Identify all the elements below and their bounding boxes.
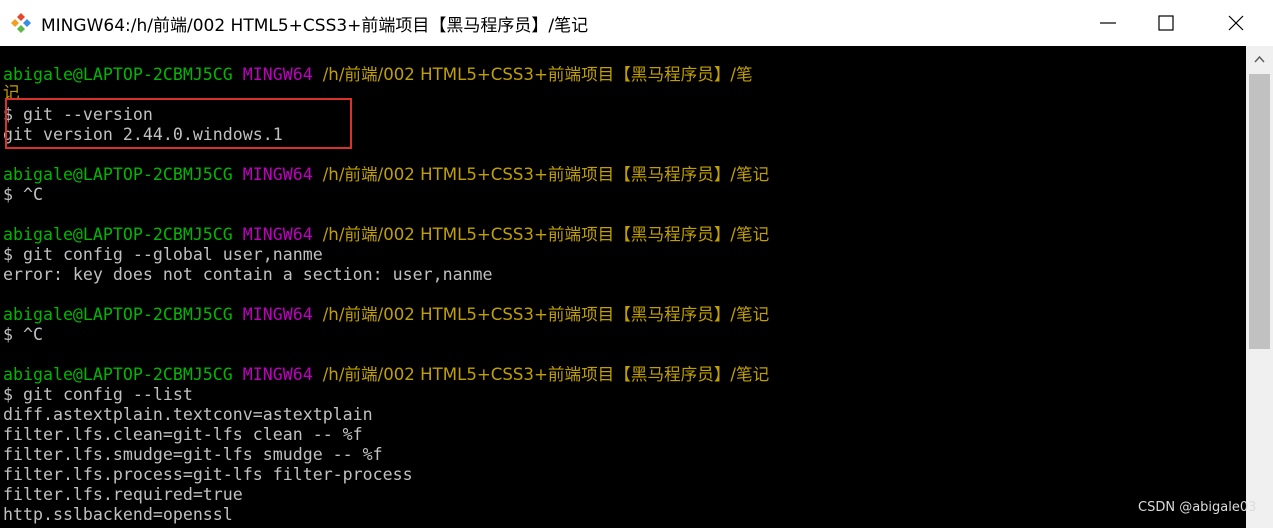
prompt-env: MINGW64 <box>242 225 313 244</box>
title-bar[interactable]: MINGW64:/h/前端/002 HTML5+CSS3+前端项目【黑马程序员】… <box>0 0 1273 46</box>
output-line: filter.lfs.smudge=git-lfs smudge -- %f <box>3 445 383 464</box>
prompt-line: abigale@LAPTOP-2CBMJ5CG MINGW64 /h/前端/00… <box>3 65 753 85</box>
minimize-icon <box>1100 22 1116 24</box>
output-line: filter.lfs.clean=git-lfs clean -- %f <box>3 425 363 444</box>
prompt-env: MINGW64 <box>242 305 313 324</box>
prompt-path: /h/前端/002 HTML5+CSS3+前端项目【黑马程序员】/笔记 <box>322 225 770 244</box>
prompt-line: abigale@LAPTOP-2CBMJ5CG MINGW64 /h/前端/00… <box>3 165 769 185</box>
terminal-window: MINGW64:/h/前端/002 HTML5+CSS3+前端项目【黑马程序员】… <box>0 0 1273 528</box>
prompt-user: abigale@LAPTOP-2CBMJ5CG <box>3 65 233 84</box>
prompt-path: /h/前端/002 HTML5+CSS3+前端项目【黑马程序员】/笔记 <box>322 365 770 384</box>
command-line: $ ^C <box>3 325 43 344</box>
window-title: MINGW64:/h/前端/002 HTML5+CSS3+前端项目【黑马程序员】… <box>41 16 589 36</box>
prompt-env: MINGW64 <box>242 65 313 84</box>
prompt-env: MINGW64 <box>242 365 313 384</box>
watermark: CSDN @abigale03 <box>1138 500 1257 515</box>
scrollbar-thumb[interactable] <box>1249 74 1270 349</box>
close-icon <box>1228 15 1244 31</box>
prompt-env: MINGW64 <box>242 165 313 184</box>
git-bash-icon <box>10 12 32 34</box>
output-line: filter.lfs.process=git-lfs filter-proces… <box>3 465 413 484</box>
prompt-user: abigale@LAPTOP-2CBMJ5CG <box>3 365 233 384</box>
prompt-path: /h/前端/002 HTML5+CSS3+前端项目【黑马程序员】/笔记 <box>322 305 770 324</box>
scroll-up-button[interactable] <box>1246 46 1273 72</box>
output-line: http.sslbackend=openssl <box>3 505 233 524</box>
prompt-line: abigale@LAPTOP-2CBMJ5CG MINGW64 /h/前端/00… <box>3 365 769 385</box>
minimize-button[interactable] <box>1085 0 1131 46</box>
prompt-line: abigale@LAPTOP-2CBMJ5CG MINGW64 /h/前端/00… <box>3 305 769 325</box>
prompt-user: abigale@LAPTOP-2CBMJ5CG <box>3 225 233 244</box>
prompt-path: /h/前端/002 HTML5+CSS3+前端项目【黑马程序员】/笔 <box>322 65 753 84</box>
vertical-scrollbar[interactable] <box>1246 46 1273 528</box>
prompt-user: abigale@LAPTOP-2CBMJ5CG <box>3 305 233 324</box>
command-line: $ git config --list <box>3 385 193 404</box>
highlight-box <box>5 98 352 149</box>
close-button[interactable] <box>1213 0 1259 46</box>
terminal-output[interactable]: abigale@LAPTOP-2CBMJ5CG MINGW64 /h/前端/00… <box>0 46 1246 528</box>
output-line: diff.astextplain.textconv=astextplain <box>3 405 373 424</box>
output-line: error: key does not contain a section: u… <box>3 265 493 284</box>
command-line: $ ^C <box>3 185 43 204</box>
prompt-line: abigale@LAPTOP-2CBMJ5CG MINGW64 /h/前端/00… <box>3 225 769 245</box>
command-line: $ git config --global user,nanme <box>3 245 323 264</box>
chevron-up-icon <box>1254 55 1265 63</box>
output-line: filter.lfs.required=true <box>3 485 243 504</box>
prompt-path: /h/前端/002 HTML5+CSS3+前端项目【黑马程序员】/笔记 <box>322 165 770 184</box>
maximize-button[interactable] <box>1143 0 1189 46</box>
prompt-user: abigale@LAPTOP-2CBMJ5CG <box>3 165 233 184</box>
maximize-icon <box>1158 15 1174 31</box>
